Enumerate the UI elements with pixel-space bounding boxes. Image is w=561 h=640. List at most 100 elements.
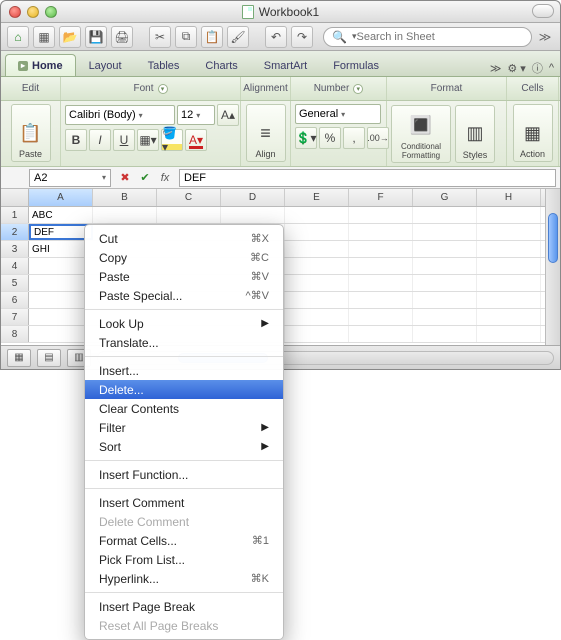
cancel-formula-icon[interactable]: ✖ bbox=[115, 171, 135, 184]
styles-icon: ▥ bbox=[461, 120, 489, 148]
font-group-disclosure-icon[interactable]: ▾ bbox=[158, 84, 168, 94]
comma-button[interactable]: , bbox=[343, 127, 365, 149]
name-box-value: A2 bbox=[34, 172, 47, 184]
col-header-a[interactable]: A bbox=[29, 189, 93, 206]
font-name-combo[interactable]: Calibri (Body)▾ bbox=[65, 105, 175, 125]
print-icon[interactable]: 🖨 bbox=[111, 26, 133, 48]
cut-icon[interactable]: ✂ bbox=[149, 26, 171, 48]
col-header-b[interactable]: B bbox=[93, 189, 157, 206]
ribbon-help-icon[interactable]: ⓘ bbox=[532, 60, 543, 76]
titlebar: Workbook1 bbox=[1, 1, 560, 23]
ribbon-overflow-icon[interactable]: ≫ bbox=[490, 62, 502, 75]
number-format-combo[interactable]: General▾ bbox=[295, 104, 381, 124]
zoom-window-button[interactable] bbox=[45, 6, 57, 18]
col-header-c[interactable]: C bbox=[157, 189, 221, 206]
tab-formulas[interactable]: Formulas bbox=[320, 54, 392, 76]
currency-button[interactable]: 💲▾ bbox=[295, 127, 317, 149]
formula-input[interactable]: DEF bbox=[179, 169, 556, 187]
paste-icon[interactable]: 📋 bbox=[201, 26, 223, 48]
col-header-d[interactable]: D bbox=[221, 189, 285, 206]
ctx-format-cells[interactable]: Format Cells...⌘1 bbox=[85, 531, 283, 550]
col-header-f[interactable]: F bbox=[349, 189, 413, 206]
align-button[interactable]: ≡ Align bbox=[246, 104, 286, 162]
home-icon[interactable]: ⌂ bbox=[7, 26, 29, 48]
close-window-button[interactable] bbox=[9, 6, 21, 18]
toolbar-toggle-button[interactable] bbox=[532, 4, 554, 18]
format-painter-icon[interactable]: 🖌 bbox=[227, 26, 249, 48]
submenu-arrow-icon: ▶ bbox=[261, 422, 269, 433]
row-header-8[interactable]: 8 bbox=[1, 326, 29, 342]
ctx-paste[interactable]: Paste⌘V bbox=[85, 267, 283, 286]
copy-icon[interactable]: ⧉ bbox=[175, 26, 197, 48]
new-workbook-icon[interactable]: ▦ bbox=[33, 26, 55, 48]
vertical-scroll-thumb[interactable] bbox=[548, 213, 558, 263]
border-button[interactable]: ▦▾ bbox=[137, 129, 159, 151]
cell-a1[interactable]: ABC bbox=[29, 207, 93, 223]
undo-icon[interactable]: ↶ bbox=[265, 26, 287, 48]
italic-button[interactable]: I bbox=[89, 129, 111, 151]
accept-formula-icon[interactable]: ✔ bbox=[135, 171, 155, 184]
tab-layout[interactable]: Layout bbox=[76, 54, 135, 76]
ctx-pick-from-list[interactable]: Pick From List... bbox=[85, 550, 283, 569]
tab-tables[interactable]: Tables bbox=[135, 54, 193, 76]
name-box[interactable]: A2 ▾ bbox=[29, 169, 111, 187]
row-header-7[interactable]: 7 bbox=[1, 309, 29, 325]
row-header-4[interactable]: 4 bbox=[1, 258, 29, 274]
fx-icon[interactable]: fx bbox=[155, 172, 175, 184]
col-header-e[interactable]: E bbox=[285, 189, 349, 206]
tab-smartart[interactable]: SmartArt bbox=[251, 54, 320, 76]
ctx-sort[interactable]: Sort▶ bbox=[85, 437, 283, 456]
ctx-delete[interactable]: Delete... bbox=[85, 380, 283, 399]
ctx-hyperlink[interactable]: Hyperlink...⌘K bbox=[85, 569, 283, 588]
vertical-scrollbar[interactable] bbox=[545, 189, 560, 345]
page-layout-view-button[interactable]: ▤ bbox=[37, 349, 61, 367]
styles-button[interactable]: ▥ Styles bbox=[455, 105, 495, 163]
row-header-3[interactable]: 3 bbox=[1, 241, 29, 257]
underline-button[interactable]: U bbox=[113, 129, 135, 151]
search-input[interactable] bbox=[356, 31, 523, 43]
conditional-formatting-button[interactable]: 🔳 Conditional Formatting bbox=[391, 105, 451, 163]
search-field[interactable]: 🔍 ▾ bbox=[323, 27, 532, 47]
paste-button[interactable]: 📋 Paste bbox=[11, 104, 51, 162]
normal-view-button[interactable]: ▦ bbox=[7, 349, 31, 367]
tab-charts[interactable]: Charts bbox=[192, 54, 250, 76]
open-icon[interactable]: 📂 bbox=[59, 26, 81, 48]
ctx-filter[interactable]: Filter▶ bbox=[85, 418, 283, 437]
row-header-5[interactable]: 5 bbox=[1, 275, 29, 291]
submenu-arrow-icon: ▶ bbox=[261, 318, 269, 329]
ctx-insert-page-break[interactable]: Insert Page Break bbox=[85, 597, 283, 616]
redo-icon[interactable]: ↷ bbox=[291, 26, 313, 48]
row-header-2[interactable]: 2 bbox=[1, 224, 29, 240]
font-size-combo[interactable]: 12▾ bbox=[177, 105, 215, 125]
ctx-paste-special[interactable]: Paste Special...^⌘V bbox=[85, 286, 283, 305]
ctx-clear-contents[interactable]: Clear Contents bbox=[85, 399, 283, 418]
bold-button[interactable]: B bbox=[65, 129, 87, 151]
ctx-cut[interactable]: Cut⌘X bbox=[85, 229, 283, 248]
percent-button[interactable]: % bbox=[319, 127, 341, 149]
save-icon[interactable]: 💾 bbox=[85, 26, 107, 48]
col-header-g[interactable]: G bbox=[413, 189, 477, 206]
increase-decimal-button[interactable]: .00→ bbox=[367, 127, 389, 149]
col-header-h[interactable]: H bbox=[477, 189, 541, 206]
row-header-6[interactable]: 6 bbox=[1, 292, 29, 308]
tab-home[interactable]: ▸ Home bbox=[5, 54, 76, 76]
number-group-disclosure-icon[interactable]: ▾ bbox=[353, 84, 363, 94]
ctx-insert-comment[interactable]: Insert Comment bbox=[85, 493, 283, 512]
action-button[interactable]: ▦ Action bbox=[513, 104, 553, 162]
ribbon-settings-icon[interactable]: ⚙ ▾ bbox=[507, 62, 525, 75]
ribbon-collapse-icon[interactable]: ^ bbox=[549, 62, 554, 74]
ctx-look-up[interactable]: Look Up▶ bbox=[85, 314, 283, 333]
window-title: Workbook1 bbox=[259, 5, 319, 19]
tab-expand-icon: ▸ bbox=[18, 61, 28, 71]
font-color-button[interactable]: A▾ bbox=[185, 129, 207, 151]
minimize-window-button[interactable] bbox=[27, 6, 39, 18]
ctx-insert[interactable]: Insert... bbox=[85, 361, 283, 380]
ctx-copy[interactable]: Copy⌘C bbox=[85, 248, 283, 267]
ctx-translate[interactable]: Translate... bbox=[85, 333, 283, 352]
row-header-1[interactable]: 1 bbox=[1, 207, 29, 223]
select-all-corner[interactable] bbox=[1, 189, 29, 206]
increase-font-icon[interactable]: A▴ bbox=[217, 104, 239, 126]
fill-color-button[interactable]: 🪣▾ bbox=[161, 129, 183, 151]
ctx-insert-function[interactable]: Insert Function... bbox=[85, 465, 283, 484]
toolbar-overflow-button[interactable]: ≫ bbox=[536, 26, 554, 48]
